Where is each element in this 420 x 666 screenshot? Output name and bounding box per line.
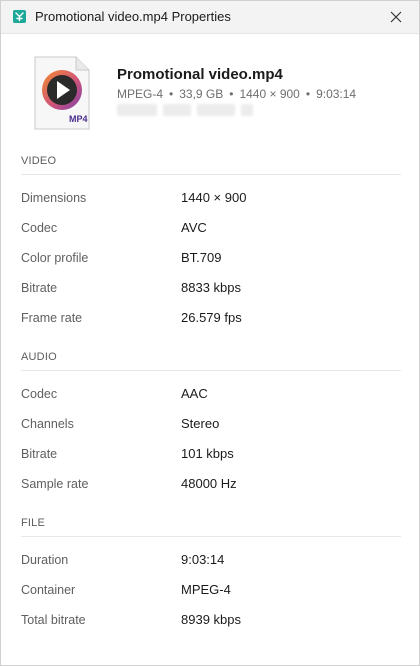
file-header: MP4 Promotional video.mp4 MPEG-4 • 33,9 GB… (1, 34, 419, 144)
separator-dot: • (305, 87, 311, 101)
property-value: AVC (181, 220, 207, 235)
redacted-block (117, 104, 157, 116)
section-title-file: FILE (21, 517, 46, 529)
file-format: MPEG-4 (117, 87, 164, 101)
property-label: Frame rate (21, 311, 83, 325)
title-bar: Promotional video.mp4 Properties (1, 1, 419, 34)
separator-dot: • (229, 87, 234, 101)
separator-dot: • (169, 87, 174, 101)
property-label: Bitrate (21, 281, 58, 295)
property-label: Sample rate (21, 477, 89, 491)
property-row: Channels Stereo (21, 410, 401, 440)
property-label: Container (21, 583, 76, 597)
property-label: Color profile (21, 251, 89, 265)
property-row: Total bitrate 8939 kbps (21, 606, 401, 636)
properties-window: Promotional video.mp4 Properties MP4 Pro… (0, 0, 420, 666)
property-label: Total bitrate (21, 613, 86, 627)
property-row: Sample rate 48000 Hz (21, 470, 401, 500)
property-value: AAC (181, 386, 208, 401)
property-value: 9:03:14 (181, 552, 225, 567)
app-logo-icon (13, 10, 26, 23)
property-value: Stereo (181, 416, 220, 431)
file-duration: 9:03:14 (316, 87, 357, 101)
property-row: Duration 9:03:14 (21, 546, 401, 576)
redacted-block (163, 104, 191, 116)
close-button[interactable] (373, 1, 419, 33)
property-label: Codec (21, 221, 58, 235)
property-value: 8939 kbps (181, 612, 241, 627)
property-label: Channels (21, 417, 74, 431)
section-title-audio: AUDIO (21, 351, 57, 363)
property-label: Bitrate (21, 447, 58, 461)
file-summary: MPEG-4 • 33,9 GB • 1440 × 900 • 9:03:14 (117, 87, 356, 101)
property-row: Bitrate 8833 kbps (21, 274, 401, 304)
property-value: BT.709 (181, 250, 222, 265)
file-name: Promotional video.mp4 (117, 66, 283, 83)
property-value: MPEG-4 (181, 582, 231, 597)
property-label: Codec (21, 387, 58, 401)
section-divider (21, 370, 401, 371)
property-value: 48000 Hz (181, 476, 237, 491)
property-value: 8833 kbps (181, 280, 241, 295)
property-label: Dimensions (21, 191, 87, 205)
section-divider (21, 536, 401, 537)
section-title-video: VIDEO (21, 155, 57, 167)
property-label: Duration (21, 553, 69, 567)
property-value: 26.579 fps (181, 310, 242, 325)
property-row: Frame rate 26.579 fps (21, 304, 401, 334)
file-size: 33,9 GB (179, 87, 224, 101)
file-dimensions: 1440 × 900 (239, 87, 300, 101)
section-divider (21, 174, 401, 175)
property-value: 101 kbps (181, 446, 234, 461)
property-row: Codec AAC (21, 380, 401, 410)
property-value: 1440 × 900 (181, 190, 247, 205)
window-title: Promotional video.mp4 Properties (35, 9, 231, 24)
property-row: Color profile BT.709 (21, 244, 401, 274)
property-row: Dimensions 1440 × 900 (21, 184, 401, 214)
property-row: Bitrate 101 kbps (21, 440, 401, 470)
redacted-block (241, 104, 253, 116)
redacted-block (197, 104, 235, 116)
close-icon (390, 11, 402, 23)
property-row: Container MPEG-4 (21, 576, 401, 606)
file-type-badge: MP4 (69, 114, 88, 124)
property-row: Codec AVC (21, 214, 401, 244)
